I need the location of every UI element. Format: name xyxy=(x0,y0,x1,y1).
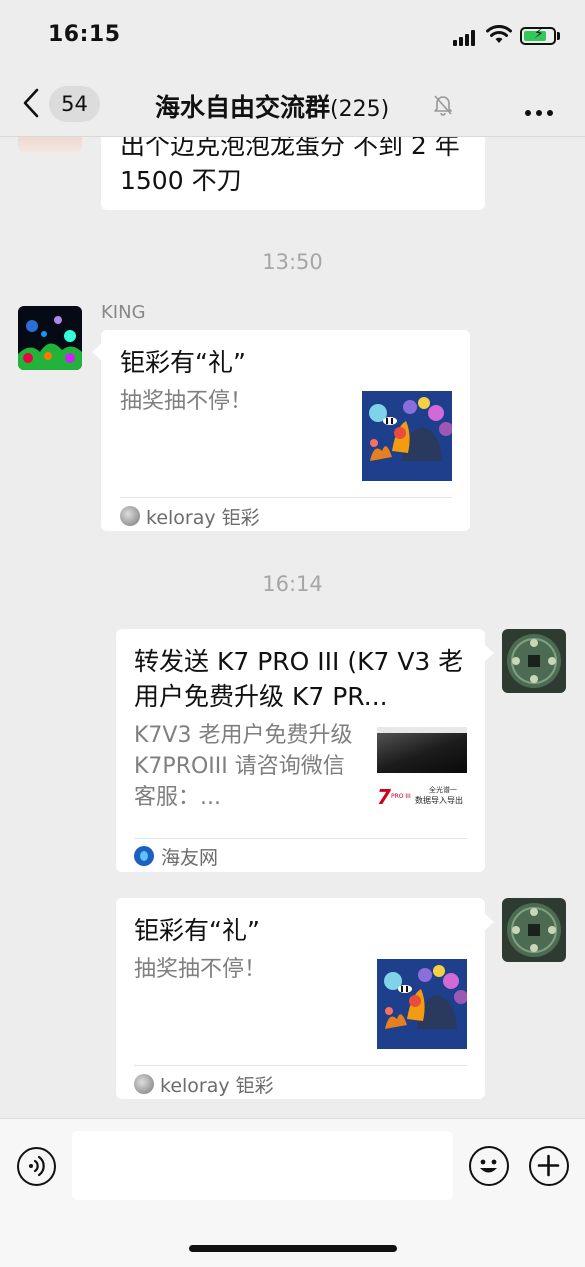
card-title: 钜彩有“礼” xyxy=(134,916,260,945)
card-thumbnail xyxy=(362,391,453,481)
thumb-caption: 全光谱一 xyxy=(429,786,457,794)
product-light xyxy=(377,727,467,733)
card-source: 海友网 xyxy=(161,847,219,869)
message-input[interactable] xyxy=(72,1131,453,1200)
coin-avatar-image xyxy=(502,629,566,693)
haiyou-logo-icon xyxy=(134,846,154,866)
wifi-icon xyxy=(486,25,512,43)
card-title: 转发送 K7 PRO III (K7 V3 老用户免费升级 K7 PR... xyxy=(134,647,464,711)
card-description: K7V3 老用户免费升级 K7PROIII 请咨询微信客服：... xyxy=(134,723,353,810)
mute-bell-icon xyxy=(434,95,452,116)
sender-name: KING xyxy=(101,302,146,323)
card-thumbnail xyxy=(377,959,468,1049)
battery-cap xyxy=(557,32,560,40)
card-source: keloray 钜彩 xyxy=(160,1075,274,1097)
link-card-king[interactable]: 钜彩有“礼” 抽奖抽不停！ keloray 钜彩 xyxy=(101,330,470,531)
link-card-keloray[interactable]: 钜彩有“礼” 抽奖抽不停！ keloray 钜彩 xyxy=(116,898,485,1099)
signal-icon xyxy=(453,29,479,46)
thumb-logo-sub: PRO III xyxy=(391,793,411,800)
timestamp: 16:14 xyxy=(262,572,323,596)
card-divider xyxy=(134,838,467,839)
unread-count-badge[interactable]: 54 xyxy=(49,86,100,122)
coin-avatar-image xyxy=(502,898,566,962)
bubble-tail xyxy=(485,914,494,930)
link-card-k7[interactable]: 转发送 K7 PRO III (K7 V3 老用户免费升级 K7 PR... K… xyxy=(116,629,485,872)
chat-title: 海水自由交流群(225) xyxy=(155,88,389,124)
keloray-logo-icon xyxy=(120,506,140,526)
card-thumbnail: 7 PRO III 全光谱一 数据导入导出 xyxy=(377,727,467,817)
partial-message-text: 出个迈克泡泡龙蛋分 不到 2 年 1500 不刀 xyxy=(120,131,460,195)
timestamp: 13:50 xyxy=(262,250,323,274)
my-avatar[interactable] xyxy=(502,629,566,693)
voice-icon[interactable] xyxy=(17,1147,56,1186)
more-icon[interactable] xyxy=(525,101,558,120)
card-divider xyxy=(134,1065,467,1066)
thumb-logo: 7 xyxy=(377,785,391,809)
bubble-tail xyxy=(485,645,494,661)
nav-divider xyxy=(0,136,585,137)
card-description: 抽奖抽不停！ xyxy=(120,389,253,414)
king-avatar[interactable] xyxy=(18,306,82,370)
back-chevron-icon[interactable] xyxy=(22,88,40,118)
bubble-tail xyxy=(92,344,101,360)
member-count: (225) xyxy=(330,97,390,122)
keloray-logo-icon xyxy=(134,1074,154,1094)
group-name: 海水自由交流群 xyxy=(155,93,331,122)
my-avatar[interactable] xyxy=(502,898,566,962)
king-avatar-image xyxy=(18,306,82,370)
emoji-icon[interactable] xyxy=(469,1146,509,1186)
battery-icon: ⚡ xyxy=(520,26,556,45)
plus-icon[interactable] xyxy=(529,1146,569,1186)
status-time: 16:15 xyxy=(48,22,121,47)
card-source: keloray 钜彩 xyxy=(146,507,260,529)
home-indicator xyxy=(189,1245,397,1252)
card-divider xyxy=(120,497,452,498)
thumb-caption-2: 数据导入导出 xyxy=(415,796,463,805)
card-title: 钜彩有“礼” xyxy=(120,348,246,377)
card-description: 抽奖抽不停！ xyxy=(134,957,267,982)
product-image xyxy=(377,727,467,773)
